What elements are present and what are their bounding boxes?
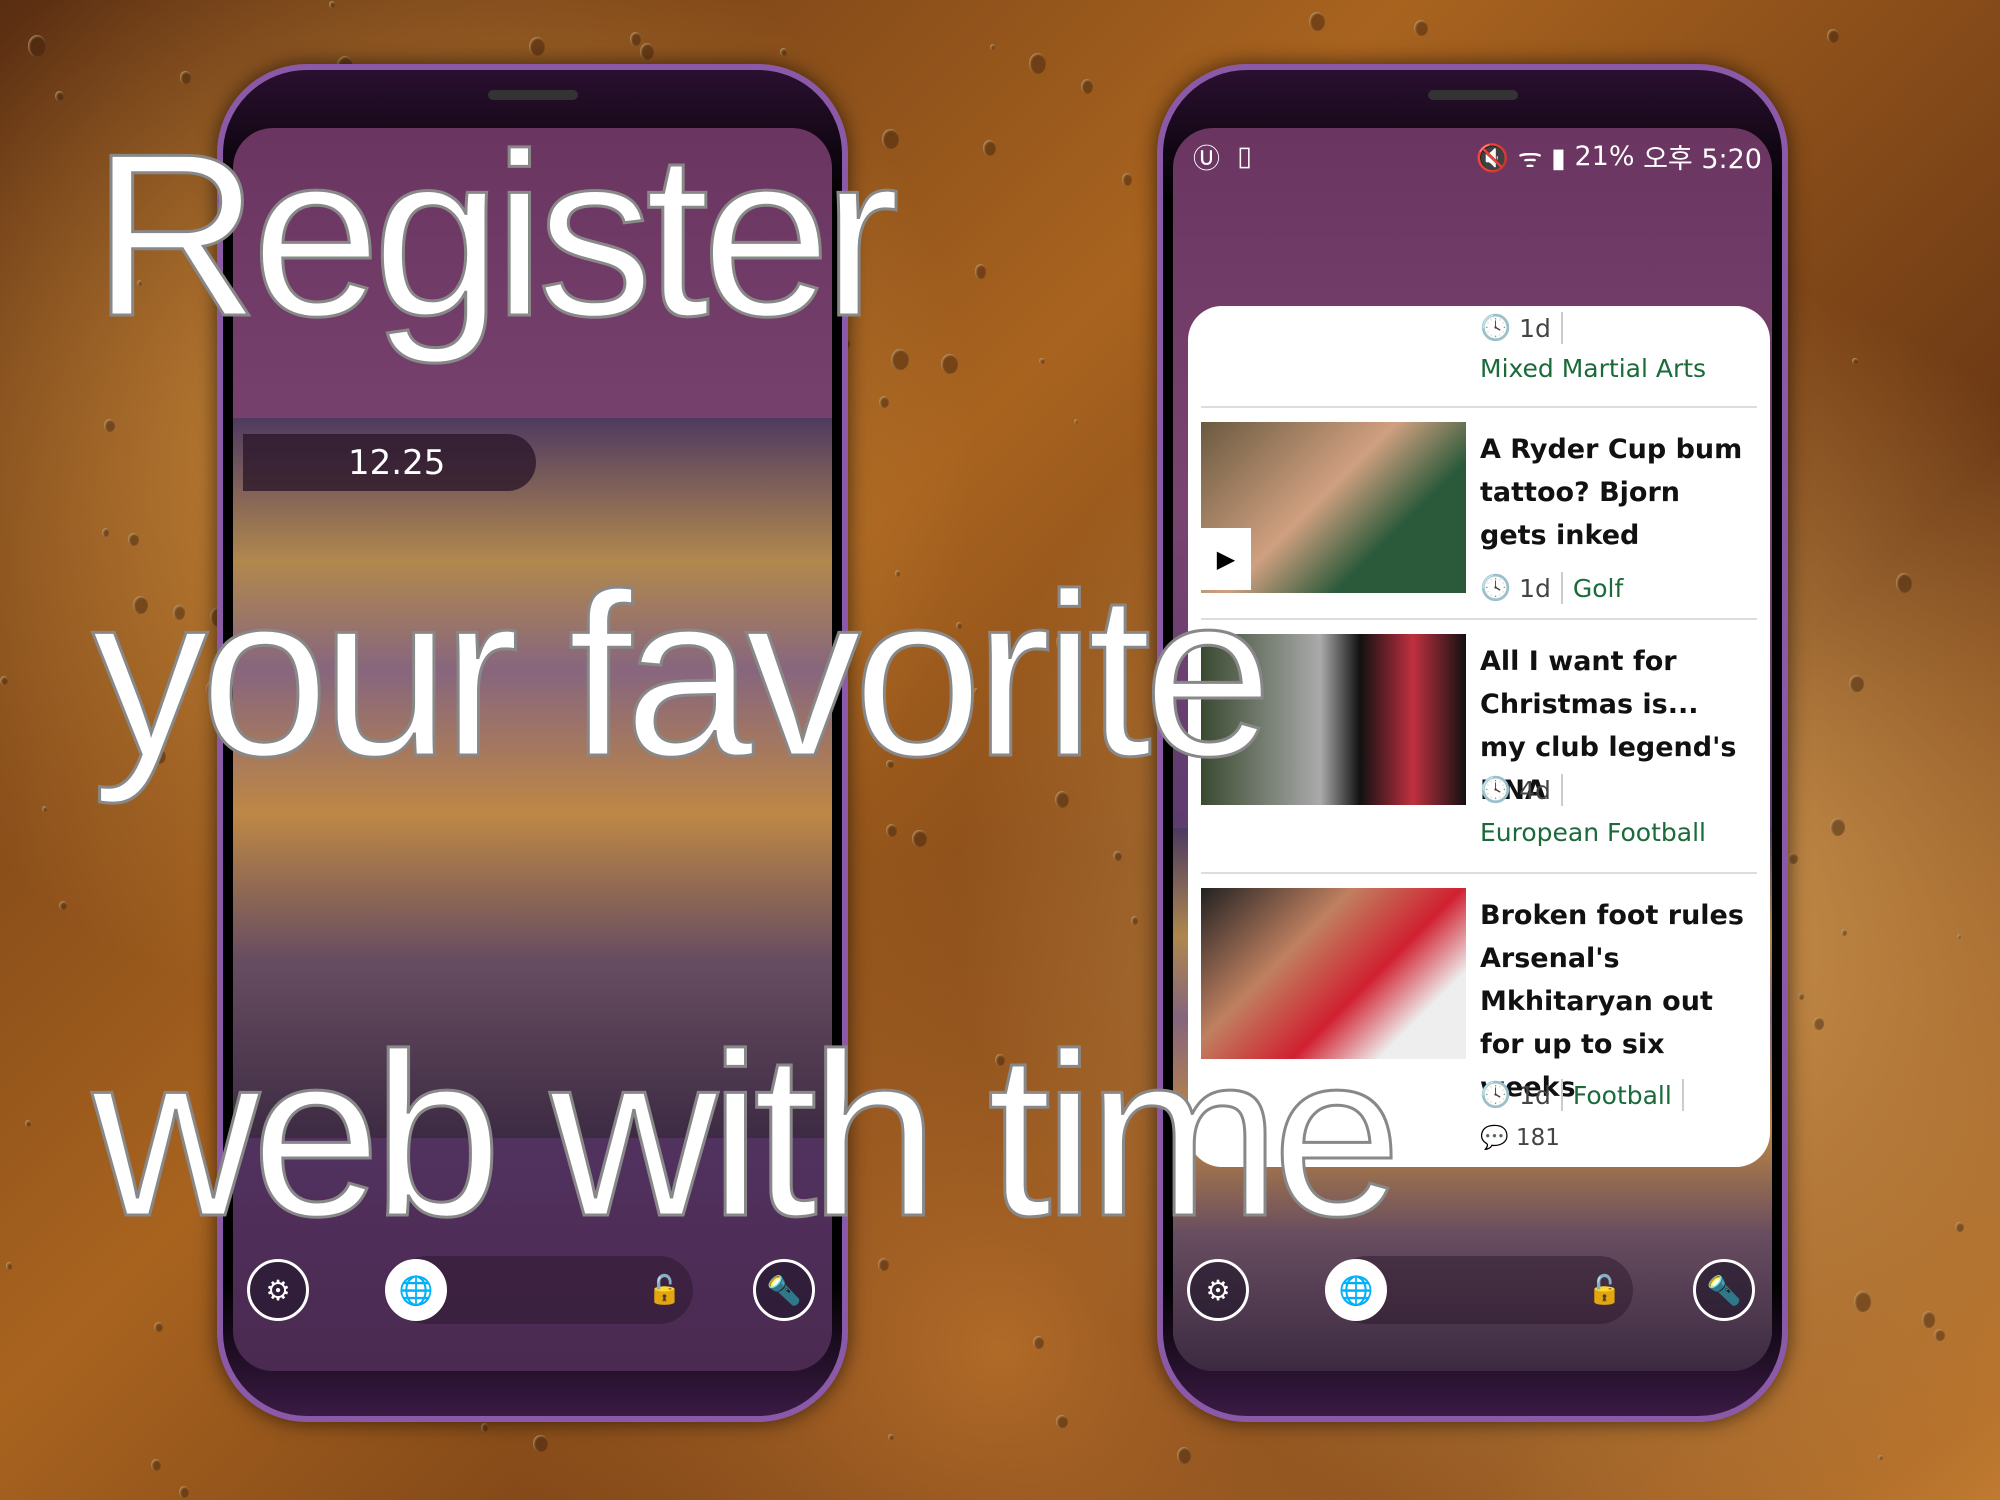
rain-drop bbox=[1797, 993, 1804, 1000]
status-bar: Ⓤ ▯ 🔇 ᯤ ▮ 21% 오후 5:20 bbox=[1173, 136, 1772, 176]
rain-drop bbox=[480, 1423, 489, 1433]
rain-drop bbox=[1934, 1328, 1945, 1342]
unlock-icon[interactable]: 🔓 bbox=[1587, 1273, 1622, 1306]
rain-drop bbox=[1878, 1454, 1883, 1461]
rain-drop bbox=[1895, 573, 1913, 594]
headline-line-1: Register bbox=[91, 106, 902, 365]
rain-drop bbox=[1176, 1447, 1191, 1465]
rain-drop bbox=[1852, 357, 1858, 365]
news-meta: 🕓 1d bbox=[1480, 312, 1573, 344]
rain-drop bbox=[1829, 817, 1845, 836]
rain-drop bbox=[55, 90, 64, 102]
news-item[interactable]: ▶ A Ryder Cup bum tattoo? Bjorn gets ink… bbox=[1201, 406, 1757, 618]
rain-drop bbox=[1039, 357, 1045, 365]
rain-drop bbox=[878, 396, 889, 409]
rain-drop bbox=[888, 1433, 895, 1441]
rain-drop bbox=[989, 44, 995, 51]
rain-drop bbox=[101, 527, 110, 537]
rain-drop bbox=[1954, 1221, 1964, 1233]
rain-drop bbox=[780, 47, 788, 57]
rain-drop bbox=[912, 830, 927, 848]
rain-drop bbox=[150, 1459, 162, 1472]
rain-drop bbox=[104, 419, 115, 433]
news-item[interactable]: 🕓 1d Mixed Martial Arts bbox=[1201, 306, 1757, 404]
rain-drop bbox=[1131, 916, 1139, 926]
status-time: 오후 5:20 bbox=[1643, 143, 1762, 175]
rain-drop bbox=[42, 805, 48, 812]
rain-drop bbox=[1308, 11, 1325, 31]
flashlight-icon[interactable]: 🔦 bbox=[753, 1259, 815, 1321]
clock-widget: 12.25 bbox=[243, 434, 536, 491]
status-icons: 🔇 ᯤ ▮ bbox=[1475, 142, 1566, 174]
rain-drop bbox=[886, 824, 898, 838]
news-category[interactable]: Football bbox=[1573, 1081, 1672, 1110]
rain-drop bbox=[1849, 674, 1864, 693]
rain-drop bbox=[533, 1434, 548, 1452]
rain-drop bbox=[528, 36, 546, 57]
rain-drop bbox=[1112, 850, 1122, 862]
news-meta: 🕓 4d bbox=[1480, 774, 1573, 806]
rain-drop bbox=[178, 1485, 190, 1499]
news-category[interactable]: Mixed Martial Arts bbox=[1480, 354, 1706, 383]
rain-drop bbox=[1788, 852, 1799, 865]
rain-drop bbox=[1827, 28, 1840, 44]
rain-drop bbox=[1853, 1290, 1872, 1312]
rain-drop bbox=[982, 139, 996, 156]
rain-drop bbox=[180, 71, 191, 84]
rain-drop bbox=[0, 675, 9, 686]
headline-line-3: web with time bbox=[90, 1006, 1402, 1265]
rain-drop bbox=[629, 32, 642, 47]
sim-icon: ▯ bbox=[1237, 140, 1253, 172]
headline-line-2: your favorite bbox=[91, 546, 1275, 805]
rain-drop bbox=[329, 1, 336, 9]
rain-drop bbox=[1921, 1311, 1936, 1328]
news-category[interactable]: Golf bbox=[1573, 574, 1623, 603]
rain-drop bbox=[1028, 52, 1047, 74]
comment-count[interactable]: 💬 181 bbox=[1480, 1124, 1560, 1152]
rain-drop bbox=[1121, 173, 1133, 187]
rain-drop bbox=[1080, 78, 1094, 94]
rain-drop bbox=[25, 1119, 32, 1127]
rain-drop bbox=[1033, 1336, 1044, 1349]
news-time: 1d bbox=[1519, 573, 1551, 603]
news-meta: 🕓 1d Football bbox=[1480, 1079, 1694, 1111]
app-icon: Ⓤ bbox=[1193, 143, 1220, 175]
rain-drop bbox=[941, 354, 958, 374]
globe-icon[interactable]: 🌐 bbox=[1325, 1259, 1387, 1321]
comment-count-text: 181 bbox=[1515, 1124, 1560, 1151]
rain-drop bbox=[1414, 20, 1428, 37]
battery-level: 21% bbox=[1574, 140, 1635, 172]
rain-drop bbox=[154, 1321, 164, 1333]
phone-settings-icon[interactable]: ⚙ bbox=[1187, 1259, 1249, 1321]
rain-drop bbox=[28, 34, 47, 57]
rain-drop bbox=[59, 900, 68, 911]
news-time: 4d bbox=[1519, 775, 1551, 805]
news-time: 1d bbox=[1519, 1080, 1551, 1110]
news-item[interactable]: All I want for Christmas is... my club l… bbox=[1201, 618, 1757, 872]
rain-drop bbox=[1056, 1414, 1068, 1429]
phone-settings-icon[interactable]: ⚙ bbox=[247, 1259, 309, 1321]
rain-drop bbox=[5, 1262, 13, 1270]
rain-drop bbox=[1956, 933, 1961, 939]
speaker-grille bbox=[487, 90, 578, 100]
rain-drop bbox=[639, 43, 655, 61]
news-title[interactable]: Broken foot rules Arsenal's Mkhitaryan o… bbox=[1480, 894, 1750, 1109]
news-time: 1d bbox=[1519, 313, 1551, 343]
rain-drop bbox=[1840, 928, 1847, 937]
rain-drop bbox=[1073, 418, 1079, 424]
rain-drop bbox=[974, 264, 987, 279]
news-title[interactable]: A Ryder Cup bum tattoo? Bjorn gets inked bbox=[1480, 428, 1750, 557]
unlock-icon[interactable]: 🔓 bbox=[647, 1273, 682, 1306]
rain-drop bbox=[891, 348, 910, 371]
speaker-grille bbox=[1427, 90, 1518, 100]
flashlight-icon[interactable]: 🔦 bbox=[1693, 1259, 1755, 1321]
news-meta: 🕓 1d Golf bbox=[1480, 572, 1624, 604]
news-category[interactable]: European Football bbox=[1480, 818, 1706, 847]
clock-text: 12.25 bbox=[348, 442, 446, 483]
rain-drop bbox=[1812, 1016, 1824, 1031]
globe-icon[interactable]: 🌐 bbox=[385, 1259, 447, 1321]
rain-drop bbox=[128, 533, 140, 547]
